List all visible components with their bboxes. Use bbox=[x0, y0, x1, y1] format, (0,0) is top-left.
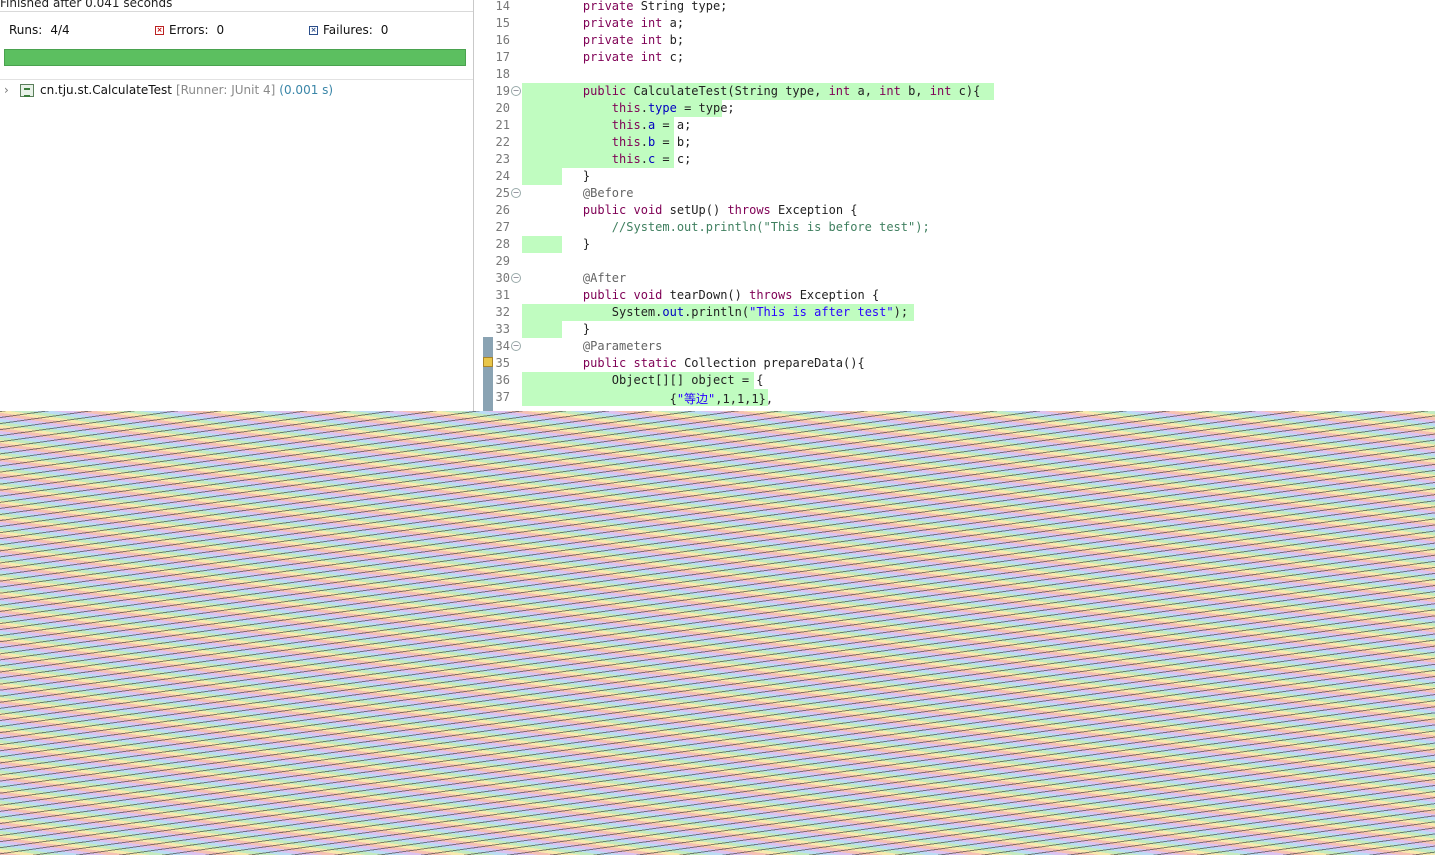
runs-value: 4/4 bbox=[50, 23, 70, 37]
test-time: (0.001 s) bbox=[279, 83, 334, 97]
line-number: 14 bbox=[495, 0, 510, 13]
line-number: 33 bbox=[495, 322, 510, 336]
finished-status: Finished after 0.041 seconds bbox=[0, 0, 173, 10]
line-number: 36 bbox=[495, 373, 510, 387]
fold-toggle-icon[interactable]: − bbox=[511, 341, 521, 351]
line-number: 22 bbox=[495, 135, 510, 149]
fold-toggle-icon[interactable]: − bbox=[511, 86, 521, 96]
line-number: 15 bbox=[495, 16, 510, 30]
errors-value: 0 bbox=[216, 23, 225, 37]
line-number: 27 bbox=[495, 220, 510, 234]
line-number: 21 bbox=[495, 118, 510, 132]
corrupted-image-region bbox=[0, 411, 1435, 855]
line-number: 37 bbox=[495, 390, 510, 404]
code-editor[interactable]: 14 private String type; 15 private int a;… bbox=[476, 0, 1435, 411]
test-progress-bar bbox=[4, 49, 466, 66]
errors-label: Errors: bbox=[169, 23, 209, 37]
code-line[interactable]: public static Collection prepareData(){ bbox=[554, 356, 865, 370]
code-line[interactable]: } bbox=[554, 169, 590, 183]
code-line[interactable]: @Before bbox=[554, 186, 634, 200]
code-line[interactable]: } bbox=[554, 237, 590, 251]
line-number: 19 bbox=[495, 84, 510, 98]
code-line[interactable]: private int c; bbox=[554, 50, 684, 64]
line-number: 20 bbox=[495, 101, 510, 115]
code-line[interactable]: @After bbox=[554, 271, 626, 285]
test-class-name: cn.tju.st.CalculateTest bbox=[40, 83, 172, 97]
code-line[interactable]: private int a; bbox=[554, 16, 684, 30]
test-runner-label: [Runner: JUnit 4] bbox=[175, 83, 276, 97]
line-number: 34 bbox=[495, 339, 510, 353]
junit-panel: Finished after 0.041 seconds Runs: 4/4 ×… bbox=[0, 0, 474, 411]
divider bbox=[0, 79, 473, 80]
failure-icon: × bbox=[309, 25, 318, 35]
runs-counter: Runs: 4/4 bbox=[9, 23, 70, 37]
line-number: 30 bbox=[495, 271, 510, 285]
code-line[interactable]: //System.out.println("This is before tes… bbox=[554, 220, 930, 234]
chevron-right-icon[interactable]: › bbox=[4, 83, 16, 97]
code-line[interactable]: public CalculateTest(String type, int a,… bbox=[554, 84, 980, 98]
line-number: 24 bbox=[495, 169, 510, 183]
line-number: 26 bbox=[495, 203, 510, 217]
code-line[interactable]: this.a = a; bbox=[554, 118, 692, 132]
failures-value: 0 bbox=[380, 23, 389, 37]
code-line[interactable]: private String type; bbox=[554, 0, 728, 13]
runs-label: Runs: bbox=[9, 23, 43, 37]
error-icon: × bbox=[155, 25, 164, 35]
code-line[interactable]: {"等边",1,1,1}, bbox=[554, 390, 773, 407]
code-line[interactable]: public void setUp() throws Exception { bbox=[554, 203, 858, 217]
line-number: 25 bbox=[495, 186, 510, 200]
line-number: 18 bbox=[495, 67, 510, 81]
test-tree-item[interactable]: › cn.tju.st.CalculateTest [Runner: JUnit… bbox=[4, 82, 333, 98]
errors-counter: × Errors: 0 bbox=[155, 23, 224, 37]
line-number: 23 bbox=[495, 152, 510, 166]
code-line[interactable]: } bbox=[554, 322, 590, 336]
failures-label: Failures: bbox=[323, 23, 373, 37]
line-number: 28 bbox=[495, 237, 510, 251]
line-number: 31 bbox=[495, 288, 510, 302]
line-number: 32 bbox=[495, 305, 510, 319]
line-number: 35 bbox=[495, 356, 510, 370]
line-number: 16 bbox=[495, 33, 510, 47]
code-line[interactable]: Object[][] object = { bbox=[554, 373, 764, 387]
line-number: 29 bbox=[495, 254, 510, 268]
divider bbox=[0, 11, 473, 12]
test-suite-icon bbox=[20, 83, 34, 97]
code-line[interactable]: System.out.println("This is after test")… bbox=[554, 305, 908, 319]
code-line[interactable]: private int b; bbox=[554, 33, 684, 47]
code-line[interactable]: @Parameters bbox=[554, 339, 662, 353]
line-number: 17 bbox=[495, 50, 510, 64]
fold-toggle-icon[interactable]: − bbox=[511, 273, 521, 283]
code-line[interactable]: this.c = c; bbox=[554, 152, 692, 166]
code-line[interactable]: this.type = type; bbox=[554, 101, 735, 115]
code-line[interactable]: this.b = b; bbox=[554, 135, 692, 149]
code-line[interactable]: public void tearDown() throws Exception … bbox=[554, 288, 879, 302]
fold-toggle-icon[interactable]: − bbox=[511, 188, 521, 198]
failures-counter: × Failures: 0 bbox=[309, 23, 388, 37]
